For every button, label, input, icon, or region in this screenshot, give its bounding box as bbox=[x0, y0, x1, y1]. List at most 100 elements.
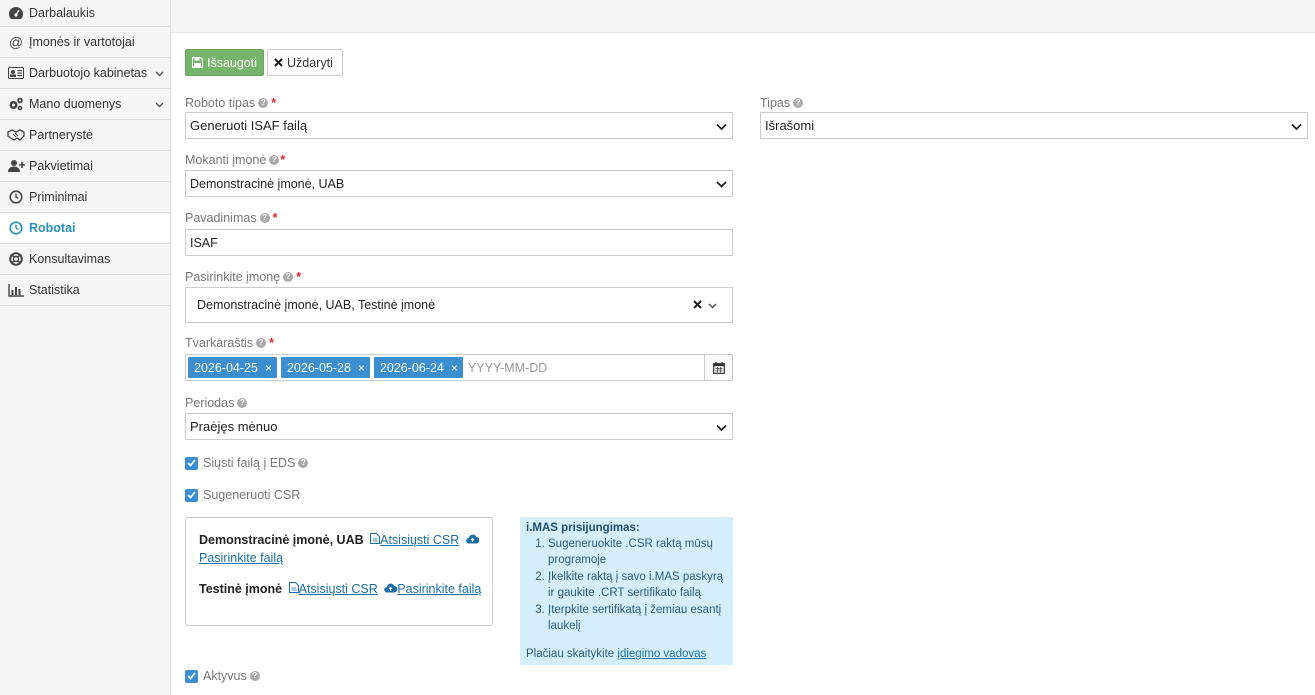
id-card-icon bbox=[7, 65, 25, 81]
schedule-dates-input[interactable]: 2026-04-25 × 2026-05-28 × 2026-06-24 × YYYY… bbox=[185, 354, 705, 381]
active-label: Aktyvus bbox=[203, 669, 247, 683]
help-icon[interactable]: ? bbox=[237, 398, 248, 408]
clock-icon bbox=[7, 189, 25, 205]
choose-file-link[interactable]: Pasirinkite failą bbox=[199, 551, 283, 565]
info-box-title: i.MAS prisijungimas: bbox=[526, 522, 640, 534]
help-icon[interactable]: ? bbox=[283, 272, 294, 282]
remove-tag-icon[interactable]: × bbox=[451, 361, 458, 375]
info-more-row: Plačiau skaitykite įdiegimo vadovas bbox=[526, 648, 706, 660]
chevron-down-icon bbox=[1291, 118, 1302, 133]
paying-company-select[interactable]: Demonstracinė įmonė, UAB bbox=[185, 170, 733, 197]
save-button-label: Išsaugoti bbox=[206, 55, 257, 70]
download-csr-link[interactable]: Atsisiųsti CSR bbox=[380, 533, 459, 547]
csr-company-row: Demonstracinė įmonė, UAB Atsisiųsti CSR bbox=[199, 533, 480, 547]
period-label-text: Periodas bbox=[185, 396, 235, 410]
clear-icon[interactable] bbox=[693, 298, 702, 312]
clock-icon bbox=[7, 220, 25, 236]
checkmark-icon bbox=[185, 669, 198, 683]
sidebar-item-darbuotojo-kabinetas[interactable]: Darbuotojo kabinetas bbox=[0, 58, 170, 89]
sidebar-item-priminimai[interactable]: Priminimai bbox=[0, 182, 170, 213]
period-select[interactable]: Praėjęs mėnuo bbox=[185, 413, 733, 440]
required-marker: * bbox=[271, 96, 277, 110]
sidebar-item-label: Pakvietimai bbox=[29, 159, 93, 173]
choose-file-link[interactable]: Pasirinkite failą bbox=[397, 582, 481, 596]
csr-company-name: Testinė įmonė bbox=[199, 582, 283, 596]
send-eds-checkbox[interactable]: Siųsti failą į EDS ? bbox=[185, 456, 309, 470]
help-icon[interactable]: ? bbox=[258, 98, 269, 108]
period-label: Periodas ? bbox=[185, 396, 248, 410]
generate-csr-label: Sugeneruoti CSR bbox=[203, 488, 301, 502]
name-label-text: Pavadinimas bbox=[185, 211, 257, 225]
save-icon bbox=[192, 57, 203, 68]
name-value: ISAF bbox=[190, 235, 218, 250]
date-tag-text: 2026-05-28 bbox=[286, 360, 351, 375]
help-icon[interactable]: ? bbox=[259, 213, 270, 223]
name-input[interactable]: ISAF bbox=[185, 229, 733, 256]
close-button[interactable]: Uždaryti bbox=[267, 49, 343, 76]
checkmark-icon bbox=[185, 488, 198, 502]
sidebar-item-statistika[interactable]: Statistika bbox=[0, 275, 170, 306]
sidebar-item-label: Partnerystė bbox=[29, 128, 93, 142]
sidebar-item-imones[interactable]: @ Įmonės ir vartotojai bbox=[0, 27, 170, 58]
sidebar-item-label: Statistika bbox=[29, 283, 80, 297]
sidebar-item-label: Mano duomenys bbox=[29, 97, 122, 111]
paying-company-label: Mokanti įmonė ? * bbox=[185, 153, 285, 167]
required-marker: * bbox=[296, 270, 302, 284]
cloud-upload-icon bbox=[465, 533, 480, 547]
date-tag-text: 2026-04-25 bbox=[194, 360, 258, 375]
remove-tag-icon[interactable]: × bbox=[358, 361, 365, 375]
active-checkbox[interactable]: Aktyvus ? bbox=[185, 669, 260, 683]
sidebar-item-partneryste[interactable]: Partnerystė bbox=[0, 120, 170, 151]
sidebar-item-label: Darbuotojo kabinetas bbox=[29, 66, 148, 80]
imas-info-box: i.MAS prisijungimas: Sugeneruokite .CSR … bbox=[520, 517, 733, 665]
info-steps-list: Sugeneruokite .CSR raktą mūsų programoje… bbox=[526, 536, 727, 634]
bar-chart-icon bbox=[7, 282, 25, 298]
generate-csr-checkbox[interactable]: Sugeneruoti CSR bbox=[185, 488, 300, 502]
select-company-label: Pasirinkite įmonę ? * bbox=[185, 270, 301, 284]
schedule-label-text: Tvarkaraštis bbox=[185, 336, 254, 350]
file-icon bbox=[370, 533, 381, 547]
select-company-multiselect[interactable]: Demonstracinė įmonė, UAB, Testinė įmonė bbox=[185, 287, 733, 323]
sidebar-item-pakvietimai[interactable]: Pakvietimai bbox=[0, 151, 170, 182]
robot-type-label-text: Roboto tipas bbox=[185, 96, 256, 110]
install-guide-link[interactable]: įdiegimo vadovas bbox=[617, 648, 706, 660]
type-label: Tipas ? bbox=[760, 96, 804, 110]
name-label: Pavadinimas ? * bbox=[185, 211, 277, 225]
dashboard-icon bbox=[7, 5, 25, 21]
remove-tag-icon[interactable]: × bbox=[265, 361, 272, 375]
date-tag: 2026-05-28 × bbox=[280, 357, 370, 378]
info-step: Įkelkite raktą į savo i.MAS paskyrą ir g… bbox=[548, 569, 727, 601]
download-csr-link[interactable]: Atsisiųsti CSR bbox=[299, 582, 378, 596]
info-more-prefix: Plačiau skaitykite bbox=[526, 648, 618, 660]
csr-choose-file-row: Pasirinkite failą bbox=[199, 551, 283, 565]
date-tag: 2026-04-25 × bbox=[188, 357, 277, 378]
select-company-label-text: Pasirinkite įmonę bbox=[185, 270, 281, 284]
schedule-label: Tvarkaraštis ? * bbox=[185, 336, 274, 350]
info-step: Sugeneruokite .CSR raktą mūsų programoje bbox=[548, 536, 727, 568]
sidebar-item-darbalaukis[interactable]: Darbalaukis bbox=[0, 0, 170, 27]
select-company-value: Demonstracinė įmonė, UAB, Testinė įmonė bbox=[197, 298, 436, 312]
sidebar-item-robotai[interactable]: Robotai bbox=[0, 213, 170, 244]
sidebar-item-konsultavimas[interactable]: Konsultavimas bbox=[0, 244, 170, 275]
lifebuoy-icon bbox=[7, 251, 25, 267]
user-plus-icon bbox=[7, 158, 25, 174]
checkmark-icon bbox=[185, 456, 198, 470]
chevron-down-icon bbox=[716, 419, 727, 434]
help-icon[interactable]: ? bbox=[249, 671, 260, 681]
csr-company-name: Demonstracinė įmonė, UAB bbox=[199, 533, 364, 547]
handshake-icon bbox=[7, 127, 25, 143]
type-label-text: Tipas bbox=[760, 96, 791, 110]
sidebar: Darbalaukis @ Įmonės ir vartotojai Darbu… bbox=[0, 0, 171, 695]
sidebar-item-mano-duomenys[interactable]: Mano duomenys bbox=[0, 89, 170, 120]
calendar-button[interactable] bbox=[704, 354, 733, 381]
sidebar-item-label: Priminimai bbox=[29, 190, 88, 204]
type-select[interactable]: Išrašomi bbox=[760, 112, 1308, 139]
help-icon[interactable]: ? bbox=[256, 338, 267, 348]
top-bar bbox=[171, 0, 1315, 33]
chevron-down-icon bbox=[155, 66, 164, 80]
help-icon[interactable]: ? bbox=[793, 98, 804, 108]
help-icon[interactable]: ? bbox=[298, 458, 309, 468]
help-icon[interactable]: ? bbox=[269, 155, 280, 165]
save-button[interactable]: Išsaugoti bbox=[185, 49, 264, 76]
robot-type-select[interactable]: Generuoti ISAF failą bbox=[185, 112, 733, 139]
